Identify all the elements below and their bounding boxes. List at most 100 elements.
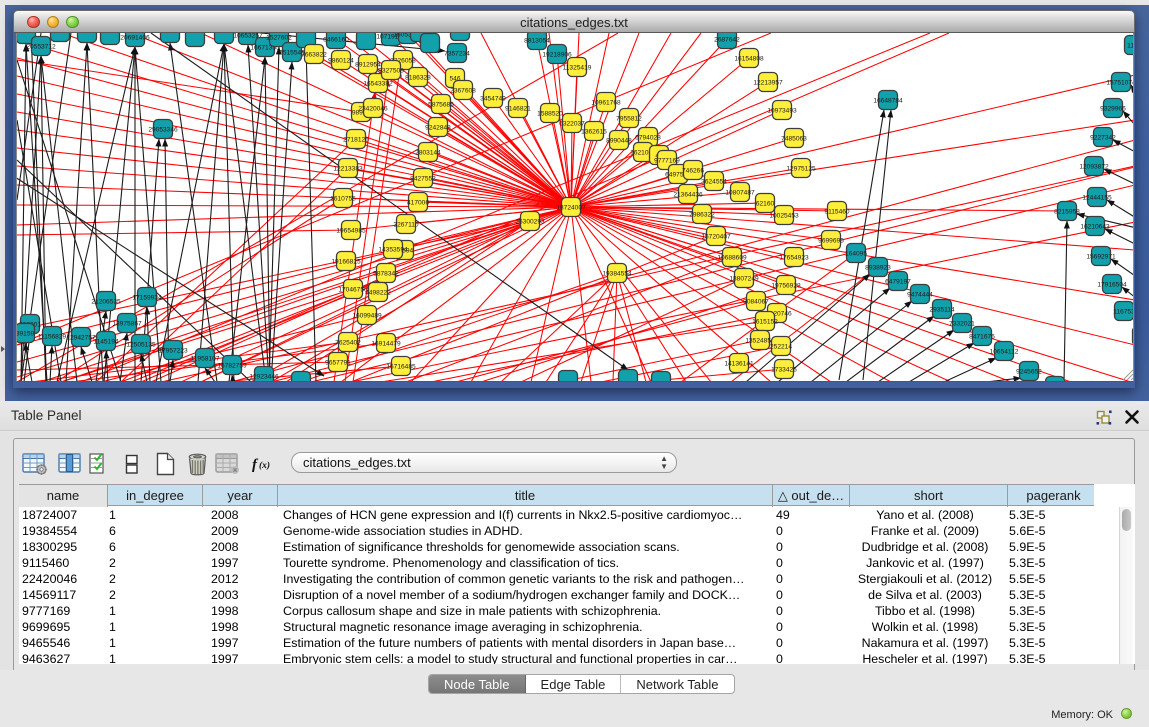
svg-text:12923446: 12923446	[249, 373, 279, 380]
svg-text:10961768: 10961768	[591, 99, 621, 106]
svg-text:16210643: 16210643	[1080, 223, 1110, 230]
svg-text:2935114: 2935114	[929, 306, 955, 313]
svg-text:19218906: 19218906	[542, 51, 572, 58]
svg-text:10688609: 10688609	[717, 254, 747, 261]
svg-text:20553712: 20553712	[26, 43, 56, 50]
svg-text:11958107: 11958107	[191, 355, 220, 362]
svg-text:17159934: 17159934	[132, 294, 162, 301]
svg-text:7625402: 7625402	[335, 339, 361, 346]
svg-text:1610755: 1610755	[330, 195, 356, 202]
svg-text:15692971: 15692971	[1086, 253, 1116, 260]
svg-text:7663822: 7663822	[301, 51, 327, 58]
svg-text:417006: 417006	[407, 199, 429, 206]
svg-text:9474444: 9474444	[907, 291, 933, 298]
svg-text:1615152: 1615152	[752, 318, 778, 325]
svg-text:2367608: 2367608	[450, 87, 476, 94]
svg-text:13975867: 13975867	[112, 320, 142, 327]
svg-text:9084067: 9084067	[743, 298, 769, 305]
svg-text:9242848: 9242848	[425, 124, 451, 131]
svg-text:1588520: 1588520	[537, 110, 563, 117]
svg-text:10973493: 10973493	[767, 107, 797, 114]
svg-text:252214: 252214	[770, 343, 792, 350]
svg-text:15716485: 15716485	[386, 363, 416, 370]
svg-text:62160: 62160	[756, 200, 775, 207]
svg-text:6479197: 6479197	[885, 278, 911, 285]
svg-text:11325419: 11325419	[563, 64, 592, 71]
svg-text:19384554: 19384554	[602, 270, 632, 277]
svg-text:16914479: 16914479	[371, 340, 401, 347]
svg-text:12213957: 12213957	[753, 79, 783, 86]
svg-text:9860124: 9860124	[328, 57, 354, 64]
svg-text:15720407: 15720407	[701, 233, 731, 240]
svg-text:1733426: 1733426	[771, 366, 797, 373]
svg-text:10654112: 10654112	[990, 348, 1019, 355]
svg-text:9146821: 9146821	[505, 105, 531, 112]
svg-text:8215958: 8215958	[1054, 208, 1080, 215]
svg-text:7332021: 7332021	[949, 320, 975, 327]
svg-text:116753: 116753	[1113, 308, 1134, 315]
svg-text:9327508: 9327508	[378, 67, 404, 74]
svg-text:29053346: 29053346	[148, 126, 178, 133]
svg-text:9777169: 9777169	[654, 157, 680, 164]
svg-text:6794028: 6794028	[635, 134, 661, 141]
svg-text:(x): (x)	[259, 460, 270, 471]
svg-text:10807487: 10807487	[725, 189, 755, 196]
svg-text:9699695: 9699695	[818, 237, 844, 244]
svg-text:19166825: 19166825	[331, 258, 361, 265]
svg-text:16648784: 16648784	[873, 97, 903, 104]
svg-text:9329966: 9329966	[1100, 105, 1126, 112]
svg-text:746266: 746266	[682, 167, 704, 174]
svg-text:12093872: 12093872	[1079, 163, 1109, 170]
svg-text:7357234: 7357234	[444, 50, 470, 57]
svg-text:2718126: 2718126	[343, 136, 369, 143]
svg-text:17654923: 17654923	[779, 254, 809, 261]
svg-text:1362615: 1362615	[581, 128, 607, 135]
svg-text:3454749: 3454749	[480, 95, 506, 102]
svg-text:16543382: 16543382	[363, 80, 393, 87]
svg-text:16782759: 16782759	[217, 362, 247, 369]
svg-text:25300293: 25300293	[515, 218, 545, 225]
svg-text:9657791: 9657791	[325, 359, 351, 366]
svg-text:9227342: 9227342	[1090, 134, 1116, 141]
svg-text:1527602: 1527602	[266, 34, 292, 41]
svg-text:17916504: 17916504	[1097, 281, 1127, 288]
svg-text:164095: 164095	[845, 250, 867, 257]
svg-text:21364436: 21364436	[673, 191, 703, 198]
svg-text:8427552: 8427552	[410, 175, 436, 182]
svg-text:16099489: 16099489	[352, 312, 382, 319]
svg-text:5878342: 5878342	[373, 270, 399, 277]
svg-text:2803144: 2803144	[415, 149, 441, 156]
svg-text:6466160: 6466160	[323, 36, 349, 43]
svg-text:9245652: 9245652	[1016, 368, 1042, 375]
svg-text:21206535: 21206535	[91, 298, 121, 305]
svg-text:12975125: 12975125	[786, 165, 816, 172]
svg-text:12942757: 12942757	[66, 334, 96, 341]
svg-text:1112: 1112	[1127, 42, 1134, 49]
svg-text:17046756: 17046756	[338, 286, 368, 293]
svg-text:19654985: 19654985	[336, 227, 366, 234]
svg-text:7485063: 7485063	[781, 135, 807, 142]
svg-text:1145194: 1145194	[93, 338, 119, 345]
svg-text:f: f	[252, 457, 259, 473]
svg-text:12213383: 12213383	[333, 165, 363, 172]
svg-text:23420046: 23420046	[358, 105, 388, 112]
svg-text:18807249: 18807249	[729, 275, 759, 282]
svg-text:12505135: 12505135	[126, 341, 156, 348]
svg-text:8990448: 8990448	[606, 137, 632, 144]
svg-text:15751074: 15751074	[1106, 79, 1134, 86]
svg-text:14136141: 14136141	[724, 360, 754, 367]
svg-text:5875685: 5875685	[428, 101, 454, 108]
svg-text:8938923: 8938923	[865, 264, 891, 271]
svg-text:19756928: 19756928	[771, 282, 801, 289]
svg-text:7955812: 7955812	[616, 115, 642, 122]
svg-text:2687642: 2687642	[714, 36, 740, 43]
svg-text:3267110: 3267110	[393, 221, 419, 228]
svg-text:20691406: 20691406	[120, 34, 150, 41]
svg-text:11156829: 11156829	[38, 333, 67, 340]
svg-text:12444155: 12444155	[1082, 194, 1112, 201]
svg-text:7986322: 7986322	[689, 211, 715, 218]
svg-text:6322037: 6322037	[559, 120, 585, 127]
svg-text:8471676: 8471676	[969, 333, 995, 340]
svg-text:17957223: 17957223	[158, 347, 188, 354]
svg-text:10025453: 10025453	[769, 212, 799, 219]
